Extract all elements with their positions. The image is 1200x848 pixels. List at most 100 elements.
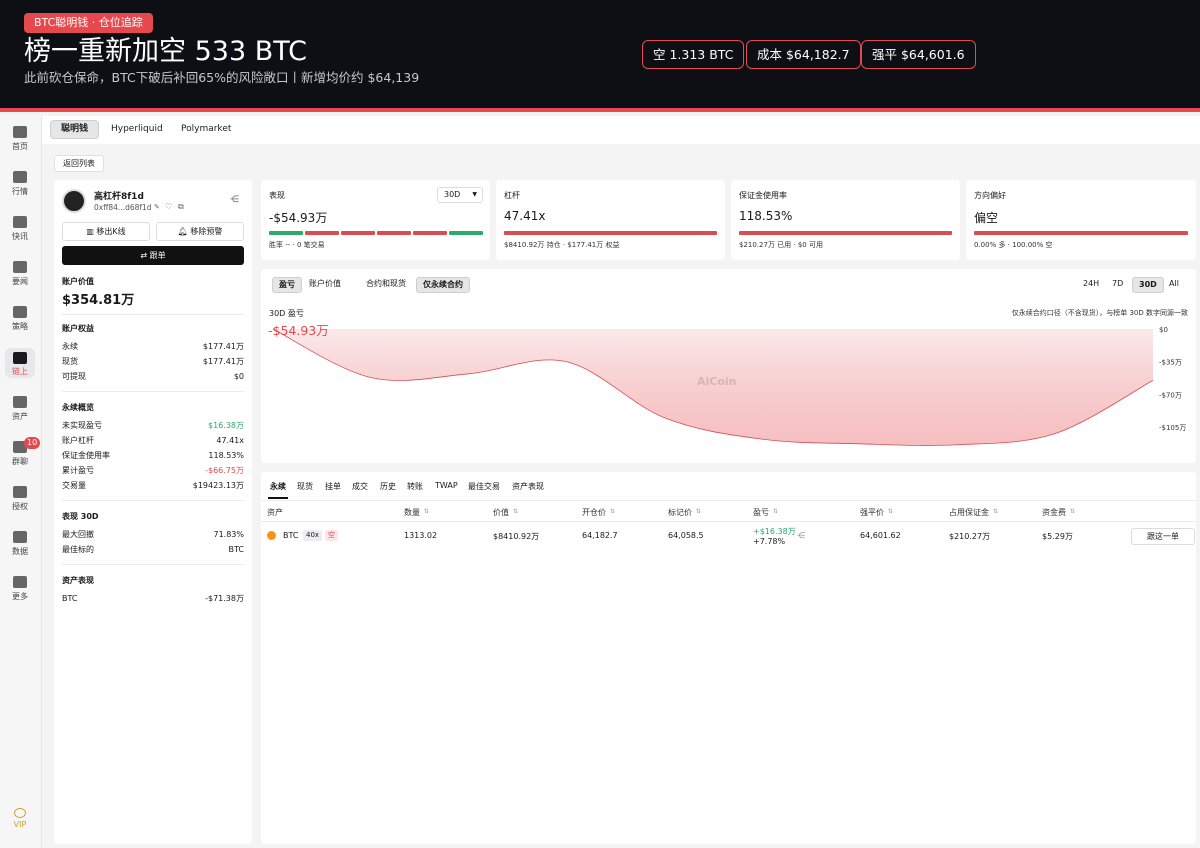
chat-unread-badge: 10 bbox=[24, 437, 41, 449]
sidebar-item-chat[interactable]: 群聊 10 bbox=[0, 437, 41, 473]
document-icon bbox=[13, 261, 27, 273]
sort-icon: ⇅ bbox=[773, 508, 779, 515]
sidebar-item-strategy[interactable]: 策略 bbox=[0, 306, 40, 338]
column-header-2[interactable]: 价值 bbox=[493, 507, 509, 518]
sidebar-item-headlines[interactable]: 要闻 bbox=[0, 261, 40, 293]
profile-card: 高杠杆8f1d 0xff84...d68f1d ✎ ♡ ⧉ ⋲ ▥ 移出K线 🔔… bbox=[54, 180, 252, 844]
tab-positions-0[interactable]: 永续 bbox=[270, 481, 286, 492]
asset-row-btc: BTC -$71.38万 bbox=[62, 594, 244, 603]
sidebar-item-market[interactable]: 行情 bbox=[0, 171, 40, 203]
vip-button[interactable]: VIP bbox=[10, 808, 30, 829]
back-to-list-button[interactable]: 返回列表 bbox=[54, 155, 104, 172]
position-pnl: +$16.38万 bbox=[753, 527, 796, 536]
tab-positions-1[interactable]: 现货 bbox=[297, 481, 313, 492]
perp-row-unrealized: 未实现盈亏 $16.38万 bbox=[62, 421, 244, 430]
remove-alert-button[interactable]: 🔔︎ 移除预警 bbox=[156, 222, 244, 241]
column-header-4[interactable]: 标记价 bbox=[668, 507, 692, 518]
divider bbox=[62, 564, 244, 565]
sidebar-item-home[interactable]: 首页 bbox=[0, 126, 40, 158]
position-value: $8410.92万 bbox=[493, 532, 540, 541]
y-tick-label: -$70万 bbox=[1159, 391, 1182, 399]
tab-positions-4[interactable]: 历史 bbox=[380, 481, 396, 492]
stat-value: -$54.93万 bbox=[269, 211, 328, 225]
sidebar-item-assets[interactable]: 资产 bbox=[0, 396, 40, 428]
avatar bbox=[62, 189, 86, 213]
sidebar-item-onchain[interactable]: 链上 bbox=[5, 348, 35, 378]
trader-address: 0xff84...d68f1d bbox=[94, 203, 152, 212]
short-badge: 空 bbox=[325, 530, 338, 541]
divider bbox=[62, 314, 244, 315]
equity-title: 账户权益 bbox=[62, 324, 94, 333]
sidebar-item-flash[interactable]: 快讯 bbox=[0, 216, 40, 248]
sidebar-item-data[interactable]: 数据 bbox=[0, 531, 40, 563]
win-loss-segment bbox=[269, 231, 303, 235]
heart-icon[interactable]: ♡ bbox=[165, 202, 172, 211]
sort-icon: ⇅ bbox=[424, 508, 430, 515]
edit-icon[interactable]: ✎ bbox=[154, 203, 160, 211]
column-header-1[interactable]: 数量 bbox=[404, 507, 420, 518]
copy-trade-button[interactable]: ⇄ 跟单 bbox=[62, 246, 244, 265]
sidebar-item-more[interactable]: 更多 bbox=[0, 576, 40, 608]
equity-row-withdrawable: 可提现 $0 bbox=[62, 372, 244, 381]
sort-icon: ⇅ bbox=[696, 508, 702, 515]
vip-crown-icon bbox=[14, 808, 26, 818]
win-loss-segment bbox=[377, 231, 411, 235]
tab-positions-5[interactable]: 转账 bbox=[407, 481, 423, 492]
banner-title: 榜一重新加空 533 BTC bbox=[24, 36, 307, 67]
copy-icon[interactable]: ⧉ bbox=[178, 202, 184, 212]
column-header-6[interactable]: 强平价 bbox=[860, 507, 884, 518]
news-icon bbox=[13, 216, 27, 228]
banner-tag: BTC聪明钱 · 仓位追踪 bbox=[24, 13, 153, 33]
position-entry: 64,182.7 bbox=[582, 531, 618, 540]
sidebar: 首页 行情 快讯 要闻 策略 链上 资产 群聊 10 授权 数据 更多 bbox=[0, 116, 42, 848]
share-icon[interactable]: ⋲ bbox=[230, 195, 239, 205]
position-qty: 1313.02 bbox=[404, 531, 438, 540]
remove-from-kline-button[interactable]: ▥ 移出K线 bbox=[62, 222, 150, 241]
account-value-label: 账户价值 bbox=[62, 277, 94, 286]
win-loss-segment bbox=[341, 231, 375, 235]
equity-row-spot: 现货 $177.41万 bbox=[62, 357, 244, 366]
tab-positions-8[interactable]: 资产表现 bbox=[512, 481, 544, 492]
pnl-area-chart: $0 -$35万 -$70万 -$105万 bbox=[272, 326, 1186, 446]
position-pnl-pct: +7.78% bbox=[753, 537, 786, 546]
column-header-5[interactable]: 盈亏 bbox=[753, 507, 769, 518]
equity-row-perp: 永续 $177.41万 bbox=[62, 342, 244, 351]
y-tick-label: -$35万 bbox=[1159, 359, 1182, 367]
follow-this-trade-button[interactable]: 跟这一单 bbox=[1131, 528, 1195, 545]
position-liq: 64,601.62 bbox=[860, 531, 901, 540]
win-loss-bar bbox=[269, 231, 483, 235]
tab-hyperliquid[interactable]: Hyperliquid bbox=[101, 120, 173, 139]
tab-positions-7[interactable]: 最佳交易 bbox=[468, 481, 500, 492]
tab-polymarket[interactable]: Polymarket bbox=[171, 120, 241, 139]
column-header-7[interactable]: 占用保证金 bbox=[949, 507, 989, 518]
sidebar-item-authorize[interactable]: 授权 bbox=[0, 486, 40, 518]
column-header-8[interactable]: 资金费 bbox=[1042, 507, 1066, 518]
data-icon bbox=[13, 531, 27, 543]
bell-icon: 🔔︎ bbox=[177, 227, 191, 236]
tab-positions-3[interactable]: 成交 bbox=[352, 481, 368, 492]
perf-30d-title: 表现 30D bbox=[62, 512, 99, 521]
position-margin: $210.27万 bbox=[949, 532, 991, 541]
banner-subtitle: 此前砍仓保命，BTC下破后补回65%的风险敞口丨新增均价约 $64,139 bbox=[24, 70, 420, 85]
tab-positions-6[interactable]: TWAP bbox=[435, 481, 458, 490]
chevron-down-icon: ▼ bbox=[472, 191, 477, 198]
tab-positions-2[interactable]: 挂单 bbox=[325, 481, 341, 492]
period-select[interactable]: 30D ▼ bbox=[437, 187, 483, 203]
y-tick-label: -$105万 bbox=[1159, 424, 1186, 432]
leverage-badge: 40x bbox=[303, 530, 323, 541]
stat-footnote: 0.00% 多 · 100.00% 空 bbox=[974, 241, 1053, 249]
cost-pill: 成本 $64,182.7 bbox=[746, 40, 861, 69]
onchain-icon bbox=[13, 352, 27, 364]
sort-icon: ⇅ bbox=[888, 508, 894, 515]
stat-label: 保证金使用率 bbox=[739, 191, 787, 200]
share-icon[interactable]: ⋲ bbox=[797, 531, 805, 540]
stat-card-leverage: 杠杆 47.41x $8410.92万 持仓 · $177.41万 权益 bbox=[496, 180, 725, 260]
column-header-3[interactable]: 开仓价 bbox=[582, 507, 606, 518]
grid-icon bbox=[13, 576, 27, 588]
divider bbox=[62, 391, 244, 392]
win-loss-segment bbox=[305, 231, 339, 235]
sort-icon: ⇅ bbox=[1070, 508, 1076, 515]
stat-value: 47.41x bbox=[504, 209, 546, 223]
stat-label: 杠杆 bbox=[504, 191, 520, 200]
tab-smart-money[interactable]: 聪明钱 bbox=[50, 120, 100, 139]
